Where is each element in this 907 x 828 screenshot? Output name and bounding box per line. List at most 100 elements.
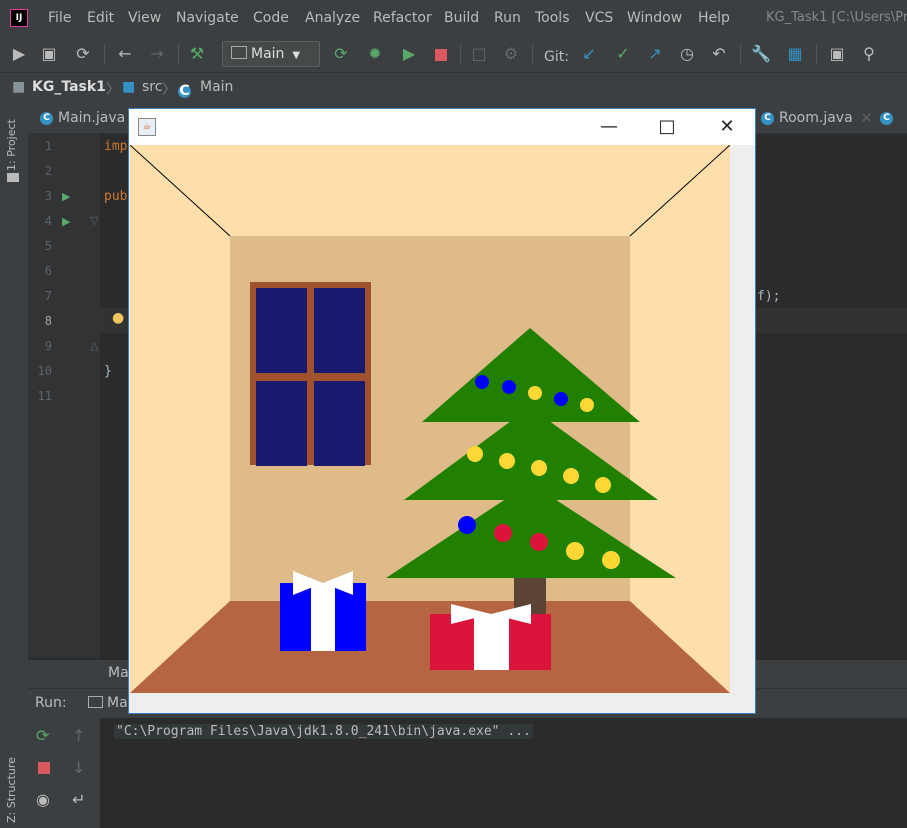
run-side-toolbar: ⟳ ↑ ↓ ◉ ↵ xyxy=(28,718,100,828)
toolbar: ▶ ▣ ⟳ ← → ⚒ Main ▼ ⟳ ✹ ▶ □ ⚙ Git: ↙ ✓ ↗ ◷… xyxy=(0,36,907,72)
menu-analyze[interactable]: Analyze xyxy=(305,10,360,26)
down-arrow-icon[interactable]: ↓ xyxy=(72,758,85,777)
fold-icon[interactable]: ▽ xyxy=(90,214,98,227)
run-tab-label-above[interactable]: Ma xyxy=(108,665,129,681)
build-hammer-icon[interactable]: ⚒ xyxy=(186,43,208,65)
stop-icon[interactable] xyxy=(430,43,452,65)
breadcrumb-project[interactable]: KG_Task1 xyxy=(32,79,106,95)
menu-tools[interactable]: Tools xyxy=(535,10,570,26)
window-title: KG_Task1 [C:\Users\Pr xyxy=(766,10,907,25)
lightbulb-icon[interactable]: ● xyxy=(112,310,124,326)
ornament-ball xyxy=(494,524,512,542)
ornament-ball xyxy=(458,516,476,534)
tab-main-java[interactable]: C Main.java xyxy=(40,103,125,133)
save-icon[interactable]: ▣ xyxy=(38,43,60,65)
line-number: 1 xyxy=(44,139,52,153)
breadcrumb-file[interactable]: Main xyxy=(200,79,233,95)
git-push-icon[interactable]: ↗ xyxy=(644,43,666,65)
stop-icon[interactable] xyxy=(38,762,50,774)
structure-tool-tab[interactable]: Z: Structure xyxy=(5,753,23,823)
console-line[interactable]: "C:\Program Files\Java\jdk1.8.0_241\bin\… xyxy=(114,724,533,739)
menu-run[interactable]: Run xyxy=(494,10,521,26)
close-button[interactable]: ✕ xyxy=(709,115,745,139)
java-app-window[interactable]: ☕ — □ ✕ xyxy=(128,108,756,714)
menu-window[interactable]: Window xyxy=(627,10,682,26)
project-folder-icon: ■ xyxy=(12,79,26,95)
class-icon: C xyxy=(40,111,53,125)
up-arrow-icon[interactable]: ↑ xyxy=(72,726,85,745)
run-tab-label: Ma xyxy=(107,695,128,711)
project-structure-icon[interactable]: ▦ xyxy=(784,43,806,65)
rollback-icon[interactable]: ↶ xyxy=(708,43,730,65)
git-update-icon[interactable]: ↙ xyxy=(578,43,600,65)
app-window-icon xyxy=(88,696,103,708)
rerun-icon[interactable]: ⟳ xyxy=(36,726,49,745)
ornament-ball xyxy=(531,460,547,476)
search-icon[interactable]: ⚲ xyxy=(858,43,880,65)
chevron-down-icon: ▼ xyxy=(292,50,301,61)
open-folder-icon[interactable]: ▶ xyxy=(8,43,30,65)
ornament-ball xyxy=(499,453,515,469)
breadcrumb-folder[interactable]: src xyxy=(142,79,162,95)
rerun-icon[interactable]: ⟳ xyxy=(330,43,352,65)
ornament-ball xyxy=(566,542,584,560)
run-config-dropdown[interactable]: Main ▼ xyxy=(222,41,320,67)
soft-wrap-icon[interactable]: ↵ xyxy=(72,790,85,809)
menu-code[interactable]: Code xyxy=(253,10,289,26)
menu-navigate[interactable]: Navigate xyxy=(176,10,239,26)
forward-arrow-icon[interactable]: → xyxy=(146,43,168,65)
fold-icon[interactable]: △ xyxy=(90,339,98,352)
attach-debugger-icon[interactable]: □ xyxy=(468,43,490,65)
class-icon: C xyxy=(880,111,893,125)
window-pane xyxy=(256,288,307,373)
history-clock-icon[interactable]: ◷ xyxy=(676,43,698,65)
code-line-10[interactable]: } xyxy=(104,364,112,379)
tab-label: Main.java xyxy=(58,110,126,126)
tab-more[interactable]: C xyxy=(880,103,898,133)
java-cup-icon: ☕ xyxy=(138,118,156,136)
code-fragment[interactable]: f); xyxy=(757,289,780,304)
run-tab-main[interactable]: Ma xyxy=(88,689,128,720)
intellij-logo-icon: IJ xyxy=(10,9,28,27)
close-icon[interactable]: × xyxy=(861,110,873,126)
run-gutter-icon[interactable]: ▶ xyxy=(62,215,70,228)
menu-build[interactable]: Build xyxy=(444,10,479,26)
maximize-button[interactable]: □ xyxy=(649,115,685,139)
window-pane xyxy=(256,381,307,466)
settings-gear-icon[interactable]: ⚙ xyxy=(500,43,522,65)
terminal-icon[interactable]: ▣ xyxy=(826,43,848,65)
ornament-ball xyxy=(475,375,489,389)
menu-help[interactable]: Help xyxy=(698,10,730,26)
run-gutter-icon[interactable]: ▶ xyxy=(62,190,70,203)
tab-room-java[interactable]: C Room.java × xyxy=(761,103,872,133)
tab-label: Room.java xyxy=(779,110,853,126)
wrench-icon[interactable]: 🔧 xyxy=(750,43,772,65)
gift-red-ribbon xyxy=(474,614,509,670)
git-label: Git: xyxy=(544,49,569,65)
window-pane xyxy=(314,381,365,466)
console-output: "C:\Program Files\Java\jdk1.8.0_241\bin\… xyxy=(100,718,907,828)
line-number: 9 xyxy=(44,339,52,353)
sync-icon[interactable]: ⟳ xyxy=(72,43,94,65)
debug-bug-icon[interactable]: ✹ xyxy=(364,43,386,65)
code-line-1[interactable]: imp xyxy=(104,139,127,154)
git-commit-icon[interactable]: ✓ xyxy=(612,43,634,65)
minimize-button[interactable]: — xyxy=(591,115,627,139)
menu-vcs[interactable]: VCS xyxy=(585,10,613,26)
menu-refactor[interactable]: Refactor xyxy=(373,10,432,26)
menu-edit[interactable]: Edit xyxy=(87,10,114,26)
line-number: 11 xyxy=(37,389,52,403)
menu-file[interactable]: File xyxy=(48,10,71,26)
code-line-3[interactable]: pub xyxy=(104,189,127,204)
coverage-icon[interactable]: ▶ xyxy=(398,43,420,65)
back-arrow-icon[interactable]: ← xyxy=(114,43,136,65)
ornament-ball xyxy=(502,380,516,394)
line-number: 5 xyxy=(44,239,52,253)
gift-blue-ribbon xyxy=(311,583,335,651)
left-tool-strip: 1: Project Z: Structure xyxy=(0,103,28,828)
menu-view[interactable]: View xyxy=(128,10,161,26)
room-scene-canvas xyxy=(130,145,730,693)
ornament-ball xyxy=(530,533,548,551)
java-window-titlebar[interactable]: ☕ — □ ✕ xyxy=(129,109,755,145)
camera-icon[interactable]: ◉ xyxy=(36,790,50,809)
